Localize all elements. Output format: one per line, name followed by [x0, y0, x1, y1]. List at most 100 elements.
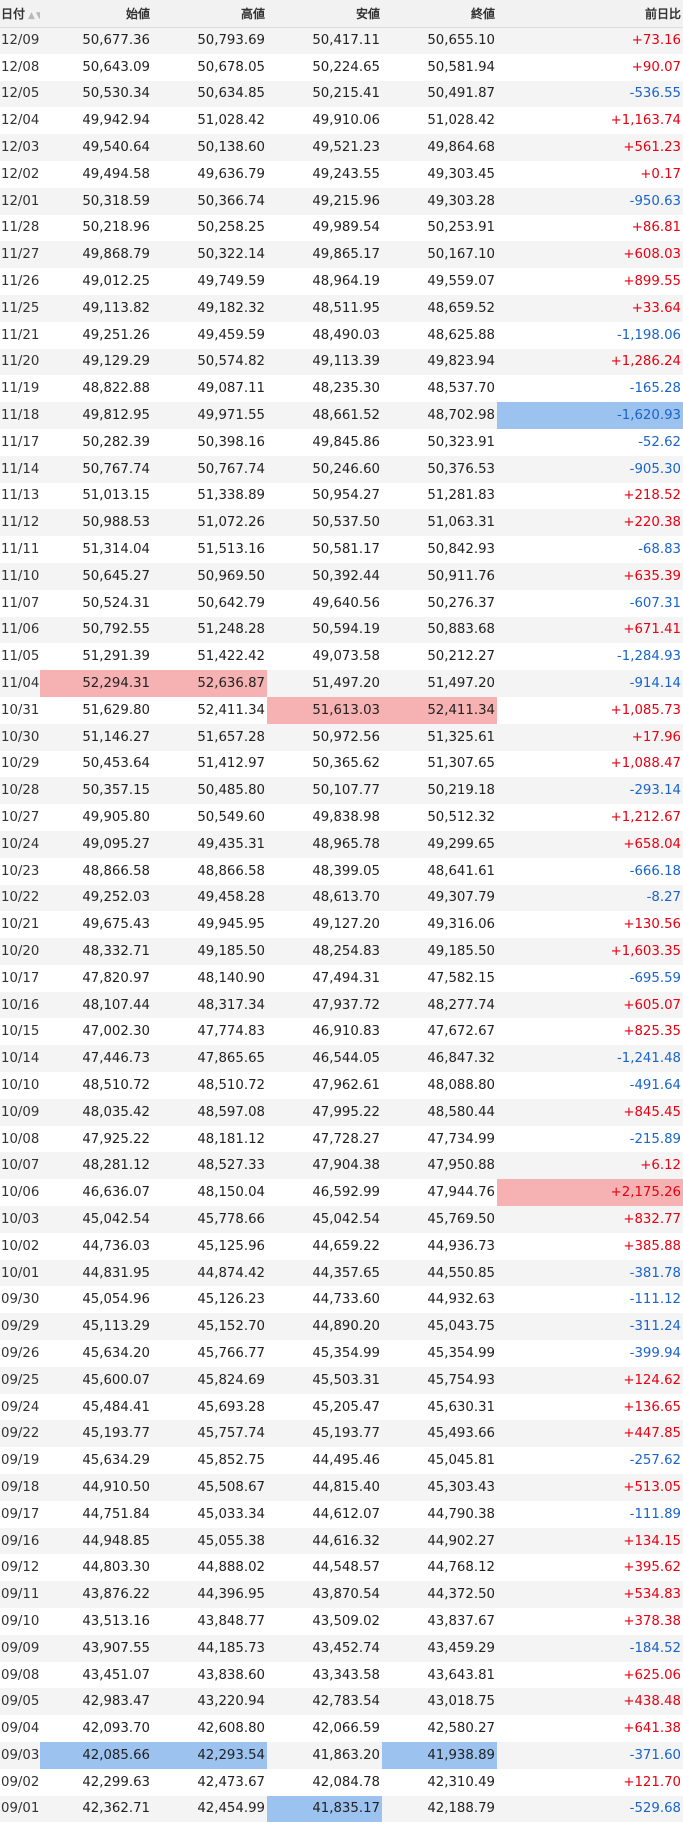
change-cell: +1,163.74 [497, 107, 683, 135]
change-cell: -491.64 [497, 1072, 683, 1099]
column-header-high[interactable]: 高値 [152, 0, 267, 28]
column-header-close[interactable]: 終値 [382, 0, 497, 28]
change-cell: -529.68 [497, 1795, 683, 1822]
low-cell: 50,246.60 [267, 455, 382, 483]
low-cell: 50,537.50 [267, 509, 382, 537]
date-cell: 09/05 [0, 1688, 40, 1716]
table-row: 09/30 45,054.96 45,126.23 44,733.60 44,932.6… [0, 1286, 683, 1314]
open-cell: 47,002.30 [40, 1018, 152, 1046]
low-cell: 45,503.31 [267, 1366, 382, 1394]
close-cell: 48,641.61 [382, 857, 497, 885]
table-row: 11/13 51,013.15 51,338.89 50,954.27 51,281.8… [0, 482, 683, 510]
change-cell: +625.06 [497, 1661, 683, 1689]
date-cell: 09/26 [0, 1340, 40, 1367]
low-cell: 48,399.05 [267, 857, 382, 885]
change-cell: +2,175.26 [497, 1179, 683, 1207]
close-cell: 44,902.27 [382, 1527, 497, 1555]
date-cell: 10/07 [0, 1152, 40, 1180]
high-cell: 50,969.50 [152, 562, 267, 590]
change-cell: -695.59 [497, 964, 683, 992]
table-row: 11/17 50,282.39 50,398.16 49,845.86 50,323.9… [0, 428, 683, 456]
change-cell: +832.77 [497, 1206, 683, 1233]
low-cell: 46,544.05 [267, 1045, 382, 1073]
date-cell: 09/19 [0, 1447, 40, 1475]
date-cell: 09/30 [0, 1286, 40, 1314]
table-row: 09/24 45,484.41 45,693.28 45,205.47 45,630.3… [0, 1393, 683, 1421]
open-cell: 51,314.04 [40, 536, 152, 563]
low-cell: 49,640.56 [267, 589, 382, 617]
change-cell: +658.04 [497, 830, 683, 858]
high-cell: 49,435.31 [152, 830, 267, 858]
high-cell: 50,767.74 [152, 455, 267, 483]
high-cell: 50,642.79 [152, 589, 267, 617]
close-cell: 49,316.06 [382, 911, 497, 939]
close-cell: 52,411.34 [382, 696, 497, 724]
table-row: 10/06 46,636.07 48,150.04 46,592.99 47,944.7… [0, 1179, 683, 1207]
date-cell: 10/21 [0, 911, 40, 939]
table-row: 12/09 50,677.36 50,793.69 50,417.11 50,655.1… [0, 27, 683, 54]
low-cell: 44,495.46 [267, 1447, 382, 1475]
high-cell: 45,778.66 [152, 1206, 267, 1233]
close-cell: 50,655.10 [382, 27, 497, 54]
open-cell: 43,907.55 [40, 1634, 152, 1662]
low-cell: 44,616.32 [267, 1527, 382, 1555]
high-cell: 50,322.14 [152, 241, 267, 269]
low-cell: 45,205.47 [267, 1393, 382, 1421]
close-cell: 46,847.32 [382, 1045, 497, 1073]
open-cell: 43,513.16 [40, 1608, 152, 1635]
date-cell: 09/02 [0, 1768, 40, 1796]
column-header-date[interactable]: 日付▲▼ [0, 0, 40, 28]
close-cell: 50,212.27 [382, 643, 497, 671]
low-cell: 50,107.77 [267, 777, 382, 805]
date-cell: 12/01 [0, 187, 40, 215]
column-header-open[interactable]: 始値 [40, 0, 152, 28]
low-cell: 50,594.19 [267, 616, 382, 644]
close-cell: 48,625.88 [382, 321, 497, 349]
date-cell: 11/21 [0, 321, 40, 349]
date-cell: 10/08 [0, 1125, 40, 1153]
price-history-table-container: 日付▲▼ 始値 高値 安値 終値 前日比 12/0950,677.3650,79… [0, 0, 683, 1822]
date-cell: 10/09 [0, 1098, 40, 1126]
table-row: 09/08 43,451.07 43,838.60 43,343.58 43,643.8… [0, 1661, 683, 1689]
table-row: 09/11 43,876.22 44,396.95 43,870.54 44,372.5… [0, 1581, 683, 1609]
table-row: 11/26 49,012.25 49,749.59 48,964.19 49,559.0… [0, 268, 683, 295]
high-cell: 43,220.94 [152, 1688, 267, 1716]
close-cell: 50,512.32 [382, 804, 497, 831]
table-row: 10/24 49,095.27 49,435.31 48,965.78 49,299.6… [0, 830, 683, 858]
sort-arrows-icon[interactable]: ▲▼ [28, 11, 40, 21]
high-cell: 45,055.38 [152, 1527, 267, 1555]
low-cell: 50,392.44 [267, 562, 382, 590]
low-cell: 50,972.56 [267, 723, 382, 751]
close-cell: 51,063.31 [382, 509, 497, 537]
date-cell: 10/28 [0, 777, 40, 805]
column-header-low[interactable]: 安値 [267, 0, 382, 28]
high-cell: 47,774.83 [152, 1018, 267, 1046]
date-cell: 11/20 [0, 348, 40, 376]
close-cell: 50,276.37 [382, 589, 497, 617]
open-cell: 46,636.07 [40, 1179, 152, 1207]
table-row: 09/09 43,907.55 44,185.73 43,452.74 43,459.2… [0, 1634, 683, 1662]
high-cell: 45,126.23 [152, 1286, 267, 1314]
column-header-change[interactable]: 前日比 [497, 0, 683, 28]
date-cell: 09/09 [0, 1634, 40, 1662]
low-cell: 42,783.54 [267, 1688, 382, 1716]
close-cell: 43,459.29 [382, 1634, 497, 1662]
date-cell: 11/25 [0, 294, 40, 322]
close-cell: 45,754.93 [382, 1366, 497, 1394]
change-cell: +1,088.47 [497, 750, 683, 778]
low-cell: 50,365.62 [267, 750, 382, 778]
close-cell: 47,950.88 [382, 1152, 497, 1180]
open-cell: 50,643.09 [40, 53, 152, 81]
open-cell: 48,035.42 [40, 1098, 152, 1126]
change-cell: -1,241.48 [497, 1045, 683, 1073]
date-cell: 10/14 [0, 1045, 40, 1073]
table-row: 10/29 50,453.64 51,412.97 50,365.62 51,307.6… [0, 750, 683, 778]
date-cell: 11/06 [0, 616, 40, 644]
close-cell: 50,581.94 [382, 53, 497, 81]
low-cell: 44,815.40 [267, 1474, 382, 1501]
table-row: 09/16 44,948.85 45,055.38 44,616.32 44,902.2… [0, 1527, 683, 1555]
high-cell: 45,152.70 [152, 1313, 267, 1341]
open-cell: 49,129.29 [40, 348, 152, 376]
high-cell: 45,766.77 [152, 1340, 267, 1367]
date-cell: 10/17 [0, 964, 40, 992]
